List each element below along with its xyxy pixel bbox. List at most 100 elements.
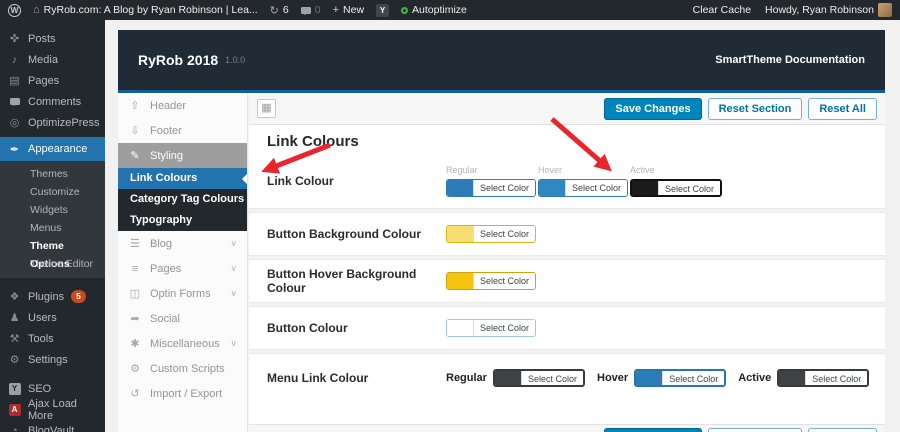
pin-icon: ✜	[9, 33, 20, 45]
submenu-item-theme-options[interactable]: Theme Options	[0, 237, 105, 270]
submenu-item-widgets[interactable]: Widgets	[0, 201, 105, 219]
options-tab-optin-forms[interactable]: ◫ Optin Forms ∨	[118, 281, 247, 306]
sidebar-item-appearance[interactable]: ✒ Appearance	[0, 137, 105, 161]
options-tab-footer[interactable]: ⇩ Footer	[118, 118, 247, 143]
color-picker-button-colour[interactable]: Select Color	[446, 319, 537, 337]
options-subtab-typography[interactable]: Typography	[118, 210, 247, 231]
setting-label: Button Hover Background Colour	[267, 267, 417, 295]
yoast-seo-icon[interactable]: Y	[376, 3, 390, 17]
comments-link[interactable]: 0	[300, 4, 321, 16]
blogvault-icon: ◔	[11, 424, 18, 432]
plugins-update-badge: 5	[71, 290, 86, 303]
color-swatch	[494, 371, 521, 385]
reset-section-button-bottom[interactable]: Reset Section	[707, 428, 803, 432]
layout-toggle-button[interactable]: ▦	[257, 99, 276, 118]
reset-all-button-bottom[interactable]: Reset All	[808, 428, 877, 432]
documentation-link[interactable]: SmartTheme Documentation	[715, 54, 865, 66]
options-tab-styling[interactable]: ✎ Styling	[118, 143, 247, 168]
state-caption-hover: Hover	[597, 372, 629, 384]
color-picker-menu-regular[interactable]: Select Color	[492, 369, 585, 387]
gear-icon: ⚙	[9, 354, 20, 366]
color-picker-menu-active[interactable]: Select Color	[777, 369, 870, 387]
asterisk-icon: ✱	[130, 338, 140, 350]
color-swatch	[779, 371, 806, 385]
setting-row-link-colour: Link Colour Regular Select Color Hover S…	[249, 154, 885, 208]
sidebar-item-seo[interactable]: Y SEO	[0, 378, 105, 399]
setting-label: Button Background Colour	[267, 227, 421, 241]
avatar	[878, 3, 892, 17]
sidebar-item-ajax-load-more[interactable]: A Ajax Load More	[0, 398, 105, 422]
sidebar-item-media[interactable]: ♪ Media	[0, 49, 105, 70]
submenu-item-themes[interactable]: Themes	[0, 165, 105, 183]
submenu-item-theme-editor[interactable]: Theme Editor	[0, 255, 105, 273]
theme-panel-header: RyRob 2018 1.0.0 SmartTheme Documentatio…	[118, 30, 885, 90]
admin-bar-left: W ⌂ RyRob.com: A Blog by Ryan Robinson |…	[8, 3, 467, 17]
share-icon: ➦	[130, 313, 140, 325]
options-tab-header[interactable]: ⇧ Header	[118, 93, 247, 118]
color-picker-menu-hover[interactable]: Select Color	[634, 369, 727, 387]
sidebar-item-optimizepress[interactable]: ◎ OptimizePress	[0, 112, 105, 133]
sidebar-item-pages[interactable]: ▤ Pages	[0, 70, 105, 91]
comments-count: 0	[314, 4, 321, 16]
sidebar-item-users[interactable]: ♟ Users	[0, 307, 105, 328]
chevron-down-icon: ∨	[230, 338, 237, 348]
setting-row-button-colour: Button Colour Select Color	[249, 307, 885, 349]
optimizepress-icon: ◎	[9, 117, 20, 129]
options-tab-import-export[interactable]: ↺ Import / Export	[118, 381, 247, 406]
comment-bubble-icon	[8, 96, 21, 108]
options-tab-social[interactable]: ➦ Social	[118, 306, 247, 331]
reset-all-button[interactable]: Reset All	[808, 97, 877, 120]
updates-link[interactable]: ↻ 6	[270, 4, 289, 17]
options-tab-miscellaneous[interactable]: ✱ Miscellaneous ∨	[118, 331, 247, 356]
color-swatch	[447, 320, 473, 336]
save-changes-button-bottom[interactable]: Save Changes	[604, 428, 702, 432]
color-swatch	[447, 273, 473, 289]
sidebar-item-blogvault[interactable]: ◔ BlogVault	[0, 420, 105, 432]
sidebar-item-posts[interactable]: ✜ Posts	[0, 28, 105, 49]
options-subtab-category-tag-colours[interactable]: Category Tag Colours	[118, 189, 247, 210]
settings-footer-toolbar: Save Changes Reset Section Reset All	[249, 424, 885, 432]
color-picker-link-regular[interactable]: Select Color	[446, 178, 537, 197]
color-picker-link-hover[interactable]: Select Color	[538, 178, 629, 197]
chevron-down-icon: ∨	[230, 288, 237, 298]
submenu-item-customize[interactable]: Customize	[0, 183, 105, 201]
color-picker-button-background[interactable]: Select Color	[446, 225, 537, 243]
color-swatch	[632, 180, 658, 195]
account-menu[interactable]: Howdy, Ryan Robinson	[765, 3, 892, 17]
site-title-link[interactable]: ⌂ RyRob.com: A Blog by Ryan Robinson | L…	[33, 4, 258, 16]
ajax-load-more-icon: A	[8, 403, 21, 416]
state-caption-hover: Hover	[538, 164, 563, 175]
updates-icon: ↻	[269, 4, 279, 17]
options-tab-custom-scripts[interactable]: ⚙ Custom Scripts	[118, 356, 247, 381]
color-picker-link-active[interactable]: Select Color	[630, 178, 723, 197]
state-caption-regular: Regular	[446, 164, 478, 175]
autoptimize-status-icon	[401, 6, 409, 14]
wordpress-logo-icon[interactable]: W	[8, 3, 21, 17]
gear-icon: ⚙	[130, 363, 140, 375]
setting-row-menu-link-colour: Menu Link Colour Regular Select Color Ho…	[249, 354, 885, 402]
section-title: Link Colours	[267, 133, 359, 150]
arrow-up-icon: ⇧	[130, 100, 140, 112]
user-icon: ♟	[9, 312, 20, 324]
color-picker-button-hover-background[interactable]: Select Color	[446, 272, 537, 290]
new-content-link[interactable]: + New	[333, 4, 364, 16]
state-caption-active: Active	[738, 372, 772, 384]
options-tab-blog[interactable]: ☰ Blog ∨	[118, 231, 247, 256]
options-subtab-link-colours[interactable]: Link Colours	[118, 168, 247, 189]
sidebar-item-comments[interactable]: Comments	[0, 91, 105, 112]
options-tab-pages[interactable]: ≡ Pages ∨	[118, 256, 247, 281]
clear-cache-link[interactable]: Clear Cache	[693, 4, 751, 16]
sidebar-item-plugins[interactable]: ❖ Plugins 5	[0, 286, 105, 307]
sidebar-item-tools[interactable]: ⚒ Tools	[0, 328, 105, 349]
media-icon: ♪	[11, 53, 18, 66]
autoptimize-link[interactable]: Autoptimize	[401, 4, 467, 16]
pages-icon: ▤	[9, 75, 20, 87]
admin-top-bar: W ⌂ RyRob.com: A Blog by Ryan Robinson |…	[0, 0, 900, 20]
color-swatch	[447, 226, 473, 242]
sidebar-item-settings[interactable]: ⚙ Settings	[0, 349, 105, 370]
save-changes-button[interactable]: Save Changes	[604, 97, 702, 120]
submenu-item-menus[interactable]: Menus	[0, 219, 105, 237]
chevron-down-icon: ∨	[230, 238, 237, 248]
reset-section-button[interactable]: Reset Section	[707, 97, 803, 120]
admin-sidebar: ✜ Posts ♪ Media ▤ Pages Comments ◎ Optim…	[0, 20, 105, 432]
